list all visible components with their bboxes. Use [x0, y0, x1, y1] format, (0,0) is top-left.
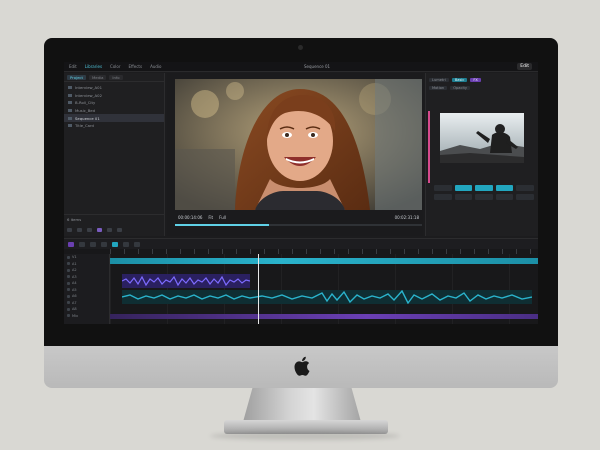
- lock-icon[interactable]: [67, 314, 70, 318]
- list-item[interactable]: Interview_A02: [64, 92, 164, 100]
- timeline-toolbar: [64, 239, 538, 249]
- project-panel-tabs: Project Media Info: [64, 73, 164, 82]
- menu-item-2[interactable]: Color: [108, 64, 122, 69]
- video-editor-screen: Edit Libraries Color Effects Audio Seque…: [64, 62, 538, 324]
- asset-list: Interview_A01 Interview_A02 B-Roll_City …: [64, 82, 164, 130]
- tab-info[interactable]: Info: [109, 74, 123, 80]
- source-thumbnail-image: [440, 113, 524, 163]
- track-select-icon[interactable]: [79, 241, 85, 247]
- project-panel: Project Media Info Interview_A01 Intervi…: [64, 73, 165, 236]
- basic-button[interactable]: Basic: [451, 78, 468, 82]
- video-clip[interactable]: [110, 258, 538, 264]
- program-monitor: 00:00:14:06 Fit Full 00:02:31:18: [167, 73, 423, 236]
- program-controls: 00:00:14:06 Fit Full 00:02:31:18: [175, 212, 422, 222]
- razor-tool-icon[interactable]: [101, 241, 107, 247]
- menu-item-3[interactable]: Effects: [126, 64, 144, 69]
- marker-icon[interactable]: [134, 241, 140, 247]
- zoom-icon[interactable]: [87, 228, 92, 232]
- apple-logo-icon: [294, 356, 310, 376]
- track-area[interactable]: [110, 254, 538, 324]
- video-frame[interactable]: [175, 79, 422, 210]
- track-headers: V1 A1 A2 A3 A4 A5 A6 A7 A8 Mix: [64, 254, 110, 324]
- scrub-progress: [175, 224, 269, 226]
- lock-icon[interactable]: [67, 301, 70, 305]
- new-item-icon[interactable]: [97, 228, 102, 232]
- lock-icon[interactable]: [67, 262, 70, 266]
- playhead[interactable]: [258, 254, 259, 324]
- audio-meter: [428, 111, 430, 183]
- list-item[interactable]: Music_Bed: [64, 107, 164, 115]
- list-item[interactable]: Interview_A01: [64, 84, 164, 92]
- video-frame-image: [175, 79, 422, 210]
- monitor-chin: [44, 346, 558, 388]
- master-track[interactable]: [110, 314, 538, 319]
- effect-props-row: Motion Opacity: [426, 84, 538, 92]
- menu-item-4[interactable]: Audio: [148, 64, 163, 69]
- list-view-icon[interactable]: [67, 228, 72, 232]
- effect-controls-panel: Lumetri Basic FX Motion Opacity: [425, 73, 538, 236]
- project-panel-footer: 6 items: [64, 214, 164, 236]
- clip-icon: [68, 86, 72, 90]
- mark-in-button[interactable]: [434, 185, 452, 191]
- step-back-button[interactable]: [454, 185, 473, 191]
- snap-icon[interactable]: [112, 241, 118, 247]
- mark-out-button[interactable]: [516, 185, 534, 191]
- menu-item-1[interactable]: Libraries: [83, 64, 104, 69]
- timecode-duration: 00:02:31:18: [394, 214, 419, 220]
- timeline-panel: V1 A1 A2 A3 A4 A5 A6 A7 A8 Mix: [64, 238, 538, 324]
- ripple-edit-icon[interactable]: [90, 241, 96, 247]
- clip-icon: [68, 124, 72, 128]
- sequence-icon: [68, 116, 72, 120]
- lock-icon[interactable]: [67, 268, 70, 272]
- lock-icon[interactable]: [67, 307, 70, 311]
- selection-tool-icon[interactable]: [68, 241, 74, 247]
- menu-item-0[interactable]: Edit: [67, 64, 79, 69]
- overwrite-button[interactable]: [454, 194, 473, 200]
- insert-button[interactable]: [434, 194, 452, 200]
- timecode-current: 00:00:14:06: [178, 214, 203, 220]
- lock-icon[interactable]: [67, 288, 70, 292]
- list-item[interactable]: B-Roll_City: [64, 99, 164, 107]
- sequence-title: Sequence 01: [304, 64, 331, 69]
- track-header[interactable]: Mix: [64, 313, 109, 320]
- lock-icon[interactable]: [67, 294, 70, 298]
- stand-neck: [243, 388, 361, 422]
- clip-icon: [68, 101, 72, 105]
- menubar: Edit Libraries Color Effects Audio Seque…: [64, 62, 538, 72]
- audio-clip-cyan[interactable]: [122, 290, 532, 304]
- audio-icon: [68, 109, 72, 113]
- audio-clip-purple[interactable]: [122, 274, 250, 288]
- lock-icon[interactable]: [67, 281, 70, 285]
- shadow: [210, 432, 400, 440]
- play-button[interactable]: [475, 185, 493, 191]
- trash-icon[interactable]: [117, 228, 122, 232]
- lock-icon[interactable]: [67, 255, 70, 259]
- export-frame-button[interactable]: [475, 194, 493, 200]
- clip-icon: [68, 93, 72, 97]
- folder-icon[interactable]: [107, 228, 112, 232]
- scrub-bar[interactable]: [175, 224, 422, 226]
- webcam: [298, 45, 303, 50]
- list-item[interactable]: Sequence 01: [64, 114, 164, 122]
- opacity-button[interactable]: Opacity: [450, 86, 471, 90]
- linked-select-icon[interactable]: [123, 241, 129, 247]
- tab-media[interactable]: Media: [89, 74, 107, 80]
- item-count: 6 items: [67, 217, 82, 222]
- fx-button[interactable]: FX: [470, 78, 481, 82]
- fit-dropdown[interactable]: Fit: [208, 215, 213, 220]
- transport-controls: [434, 185, 534, 200]
- quality-dropdown[interactable]: Full: [219, 215, 226, 220]
- settings-button[interactable]: [516, 194, 534, 200]
- effect-tabs-row: Lumetri Basic FX: [426, 76, 538, 84]
- step-forward-button[interactable]: [495, 185, 514, 191]
- loop-button[interactable]: [495, 194, 514, 200]
- workspace-badge[interactable]: Edit: [517, 63, 532, 70]
- source-thumbnail[interactable]: [440, 113, 524, 163]
- motion-button[interactable]: Motion: [429, 86, 448, 90]
- list-item[interactable]: Title_Card: [64, 122, 164, 130]
- lock-icon[interactable]: [67, 275, 70, 279]
- tab-project[interactable]: Project: [67, 74, 86, 80]
- lumetri-button[interactable]: Lumetri: [429, 78, 449, 82]
- icon-view-icon[interactable]: [77, 228, 82, 232]
